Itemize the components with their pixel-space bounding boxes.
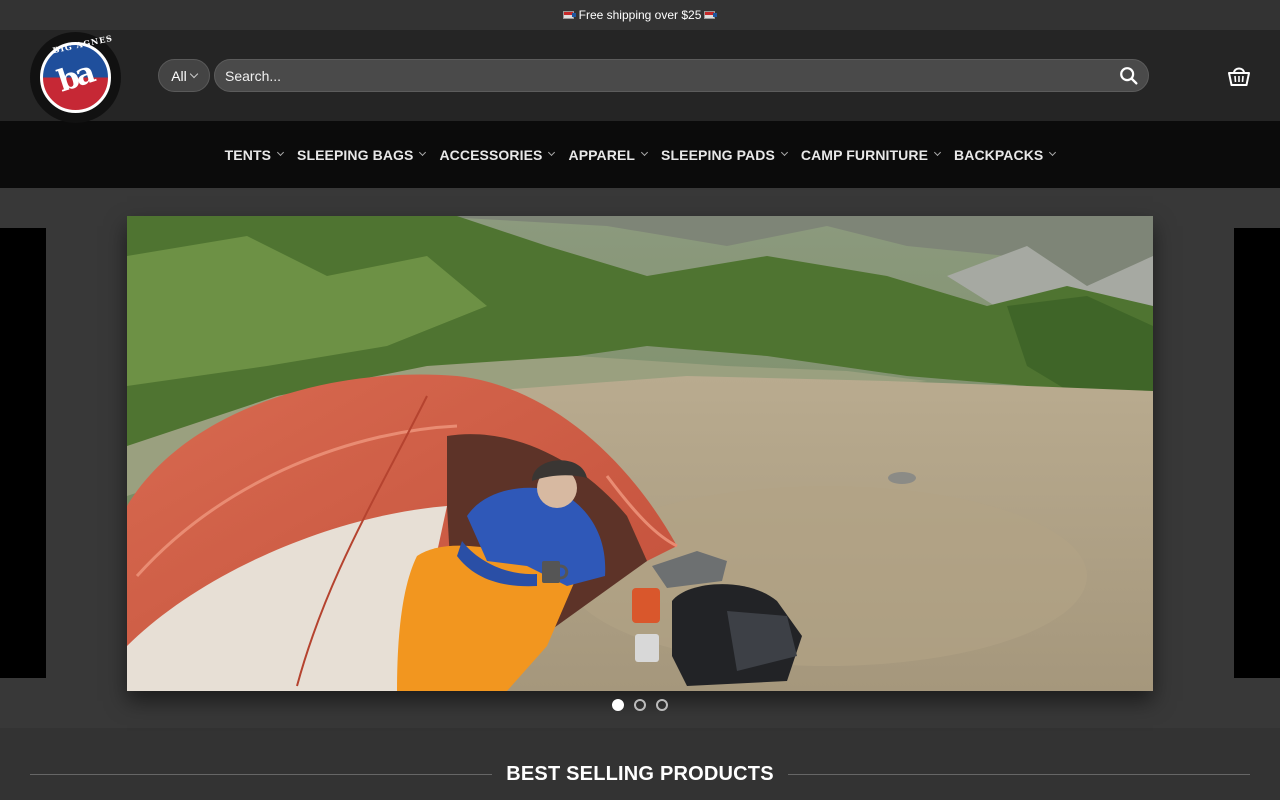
nav-item-accessories[interactable]: ACCESSORIES: [439, 146, 556, 163]
carousel-dot-3[interactable]: [656, 699, 668, 711]
truck-icon: [562, 11, 576, 19]
nav-item-label: APPAREL: [568, 146, 636, 163]
nav-item-sleeping-pads[interactable]: SLEEPING PADS: [661, 146, 788, 163]
basket-icon[interactable]: [1227, 64, 1251, 88]
nav-item-label: SLEEPING PADS: [661, 146, 775, 163]
category-select-value: All: [171, 67, 187, 84]
carousel-next-slide[interactable]: [1234, 228, 1280, 678]
nav-item-apparel[interactable]: APPAREL: [568, 146, 649, 163]
chevron-down-icon: [276, 148, 285, 157]
divider: [30, 773, 493, 775]
nav-item-tents[interactable]: TENTS: [224, 146, 285, 163]
nav-item-label: BACKPACKS: [954, 146, 1044, 163]
nav-item-label: CAMP FURNITURE: [800, 146, 929, 163]
section-heading-row: BEST SELLING PRODUCTS: [30, 758, 1250, 790]
carousel-prev-slide[interactable]: [0, 228, 46, 678]
hero-slide-image[interactable]: [127, 216, 1153, 691]
truck-icon: [704, 11, 718, 19]
nav-item-backpacks[interactable]: BACKPACKS: [954, 146, 1057, 163]
chevron-down-icon: [641, 148, 649, 157]
divider: [787, 773, 1250, 775]
nav-item-label: TENTS: [224, 146, 272, 163]
brand-logo[interactable]: BIG AGNES ba: [30, 32, 121, 123]
chevron-down-icon: [1049, 148, 1057, 157]
search-input[interactable]: [225, 60, 1105, 91]
site-header: BIG AGNES ba All: [0, 30, 1280, 123]
chevron-down-icon: [933, 148, 942, 157]
chevron-down-icon: [189, 69, 199, 78]
carousel-dots: [612, 699, 668, 711]
announcement-bar: Free shipping over $25: [0, 0, 1280, 30]
carousel-dot-2[interactable]: [634, 699, 646, 711]
logo-badge: ba: [40, 42, 111, 113]
chevron-down-icon: [780, 148, 788, 157]
announcement-text: Free shipping over $25: [578, 8, 702, 22]
chevron-down-icon: [419, 148, 427, 157]
chevron-down-icon: [548, 148, 556, 157]
nav-item-label: SLEEPING BAGS: [297, 146, 414, 163]
nav-item-label: ACCESSORIES: [439, 146, 543, 163]
camping-scene-illustration: [127, 216, 1153, 691]
search-bar: [214, 59, 1149, 92]
nav-item-sleeping-bags[interactable]: SLEEPING BAGS: [297, 146, 427, 163]
search-icon[interactable]: [1118, 65, 1140, 87]
section-title: BEST SELLING PRODUCTS: [506, 762, 774, 785]
logo-letters: ba: [53, 55, 98, 100]
nav-item-camp-furniture[interactable]: CAMP FURNITURE: [800, 146, 942, 163]
category-select[interactable]: All: [158, 59, 210, 92]
main-nav: TENTS SLEEPING BAGS ACCESSORIES APPAREL …: [0, 121, 1280, 188]
carousel-dot-1[interactable]: [612, 699, 624, 711]
